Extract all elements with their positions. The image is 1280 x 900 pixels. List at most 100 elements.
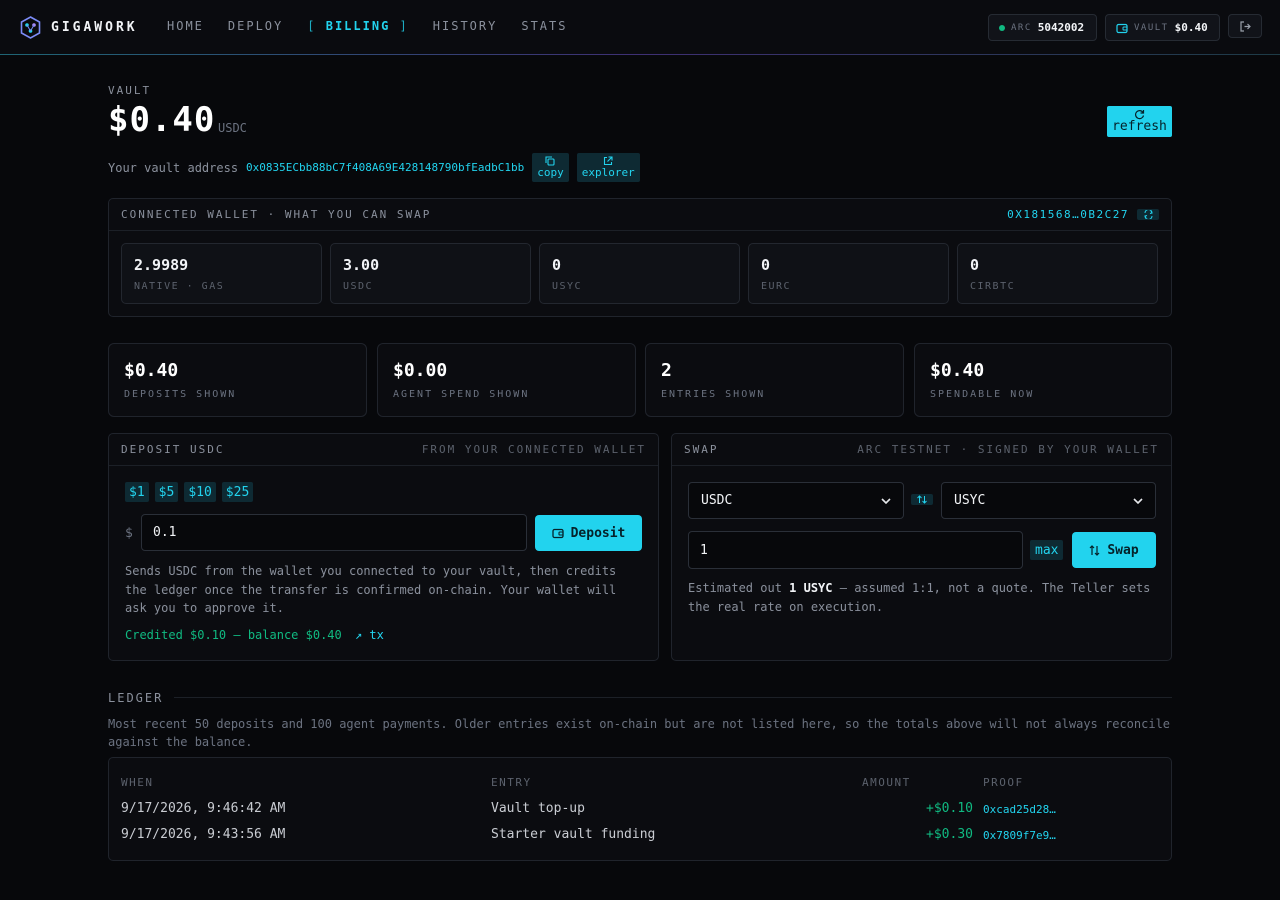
arc-value: 5042002 — [1037, 21, 1085, 34]
vault-chip-value: $0.40 — [1174, 21, 1208, 34]
stat-deposits-shown: $0.40 DEPOSITS SHOWN — [108, 343, 367, 417]
nav-home[interactable]: HOME — [167, 19, 204, 33]
token-balance-list: 2.9989 NATIVE · GAS 3.00 USDC 0 USYC 0 E… — [121, 243, 1158, 304]
connected-wallet-address-text: 0X181568…0B2C27 — [1007, 208, 1129, 221]
row-amount: +$0.30 — [926, 827, 973, 842]
swap-direction-icon[interactable] — [911, 494, 933, 505]
deposit-title: DEPOSIT USDC — [121, 443, 225, 456]
logout-button[interactable] — [1228, 14, 1262, 38]
copy-icon — [545, 156, 556, 166]
vault-address-value[interactable]: 0x0835ECbb88bC7f408A69E428148790bfEadbC1… — [246, 161, 524, 174]
nav-deploy[interactable]: DEPLOY — [228, 19, 283, 33]
arc-label: ARC — [1011, 22, 1032, 33]
swap-title: SWAP — [684, 443, 719, 456]
chevron-down-icon — [881, 497, 891, 504]
vault-address-row: Your vault address 0x0835ECbb88bC7f408A6… — [108, 153, 648, 182]
deposit-button[interactable]: Deposit — [535, 515, 642, 551]
vault-chip-label: VAULT — [1134, 22, 1169, 33]
vault-label: VAULT — [108, 84, 152, 97]
refresh-label: refresh — [1112, 119, 1167, 134]
swap-estimate-text: Estimated out 1 USYC — assumed 1:1, not … — [688, 579, 1158, 616]
stat-label: ENTRIES SHOWN — [661, 389, 766, 400]
row-when: 9/17/2026, 9:46:42 AM — [121, 801, 286, 816]
stat-value: $0.00 — [393, 360, 448, 381]
ledger-note: Most recent 50 deposits and 100 agent pa… — [108, 717, 1171, 749]
deposit-amount-input[interactable]: 0.1 — [141, 514, 527, 551]
row-entry: Vault top-up — [491, 801, 585, 816]
row-entry: Starter vault funding — [491, 827, 656, 842]
row-proof-link[interactable]: 0xcad25d28… — [983, 803, 1056, 816]
vault-address-label: Your vault address — [108, 160, 239, 175]
vault-amount: $0.40 — [108, 100, 216, 140]
nav-stats[interactable]: STATS — [521, 19, 567, 33]
column-header-entry: ENTRY — [491, 776, 532, 789]
row-amount: +$0.10 — [926, 801, 973, 816]
currency-symbol: $ — [125, 526, 133, 541]
stat-value: 2 — [661, 360, 672, 381]
stat-spendable-now: $0.40 SPENDABLE NOW — [914, 343, 1172, 417]
wallet-icon — [1116, 23, 1128, 33]
copy-address-button[interactable]: copy — [532, 153, 569, 182]
stat-label: AGENT SPEND SHOWN — [393, 389, 530, 400]
credit-text: Credited $0.10 — balance $0.40 — [125, 628, 342, 642]
ledger-divider — [174, 697, 1172, 698]
explorer-label: explorer — [581, 166, 635, 179]
token-card-usyc: 0 USYC — [539, 243, 740, 304]
token-value: 0 — [970, 256, 980, 274]
swap-from-select[interactable]: USDC — [688, 482, 904, 519]
logout-icon — [1239, 20, 1251, 32]
token-value: 0 — [761, 256, 771, 274]
stat-entries-shown: 2 ENTRIES SHOWN — [645, 343, 904, 417]
token-label: CIRBTC — [970, 281, 1016, 292]
token-card-native: 2.9989 NATIVE · GAS — [121, 243, 322, 304]
stat-agent-spend-shown: $0.00 AGENT SPEND SHOWN — [377, 343, 636, 417]
vault-unit: USDC — [218, 121, 247, 135]
copy-label: copy — [537, 166, 564, 179]
wallet-icon — [551, 528, 564, 538]
vault-balance-chip[interactable]: VAULT $0.40 — [1105, 14, 1220, 41]
column-header-when: WHEN — [121, 776, 154, 789]
row-proof-link[interactable]: 0x7809f7e9… — [983, 829, 1056, 842]
ledger-title: LEDGER — [108, 691, 164, 705]
tx-link[interactable]: ↗ tx — [355, 628, 384, 642]
deposit-presets: $1 $5 $10 $25 — [125, 482, 254, 502]
swap-max-button[interactable]: max — [1030, 540, 1064, 560]
connected-wallet-address[interactable]: 0X181568…0B2C27 — [1007, 208, 1159, 221]
switch-wallet-icon[interactable] — [1137, 209, 1159, 220]
swap-to-select[interactable]: USYC — [941, 482, 1156, 519]
preset-5-button[interactable]: $5 — [154, 482, 179, 502]
column-header-amount: AMOUNT — [862, 776, 911, 789]
token-card-eurc: 0 EURC — [748, 243, 949, 304]
token-value: 0 — [552, 256, 562, 274]
external-link-icon — [604, 156, 613, 166]
preset-25-button[interactable]: $25 — [221, 482, 254, 502]
stat-label: SPENDABLE NOW — [930, 389, 1035, 400]
token-card-usdc: 3.00 USDC — [330, 243, 531, 304]
deposit-subtitle: FROM YOUR CONNECTED WALLET — [421, 443, 646, 456]
stat-value: $0.40 — [124, 360, 179, 381]
nav-billing[interactable]: [ BILLING ] — [307, 19, 409, 33]
refresh-button[interactable]: refresh — [1107, 106, 1172, 137]
explorer-link-button[interactable]: explorer — [576, 153, 640, 182]
preset-1-button[interactable]: $1 — [125, 482, 149, 502]
estimate-prefix: Estimated out — [688, 581, 782, 595]
token-label: EURC — [761, 281, 792, 292]
brand[interactable]: GIGAWORK — [20, 16, 138, 39]
deposit-button-label: Deposit — [570, 525, 626, 541]
nav-history[interactable]: HISTORY — [433, 19, 498, 33]
deposit-credit-status: Credited $0.10 — balance $0.40 ↗ tx — [125, 628, 384, 642]
token-card-cirbtc: 0 CIRBTC — [957, 243, 1158, 304]
token-label: USYC — [552, 281, 583, 292]
stat-label: DEPOSITS SHOWN — [124, 389, 237, 400]
token-value: 2.9989 — [134, 256, 189, 274]
status-dot-icon — [999, 24, 1005, 31]
column-header-proof: PROOF — [983, 776, 1024, 789]
connected-wallet-title: CONNECTED WALLET · WHAT YOU CAN SWAP — [121, 208, 432, 221]
swap-button[interactable]: Swap — [1072, 532, 1156, 568]
swap-button-label: Swap — [1107, 542, 1139, 558]
brand-name: GIGAWORK — [51, 20, 138, 35]
arc-chain-chip[interactable]: ARC 5042002 — [988, 14, 1097, 41]
top-bar: GIGAWORK HOME DEPLOY [ BILLING ] HISTORY… — [0, 0, 1280, 55]
swap-amount-input[interactable]: 1 — [688, 531, 1023, 569]
preset-10-button[interactable]: $10 — [184, 482, 216, 502]
